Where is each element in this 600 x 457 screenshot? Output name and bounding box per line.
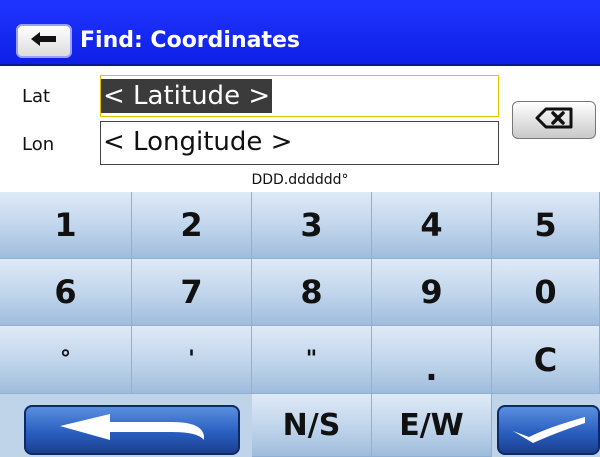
key-north-south[interactable]: N/S [252, 394, 372, 457]
key-4[interactable]: 4 [372, 192, 492, 259]
key-6[interactable]: 6 [0, 259, 132, 326]
longitude-field[interactable]: < Longitude > [100, 121, 499, 165]
key-1[interactable]: 1 [0, 192, 132, 259]
key-second[interactable]: " [252, 326, 372, 394]
key-label: 2 [180, 206, 203, 244]
key-label: N/S [282, 407, 341, 443]
key-east-west[interactable]: E/W [372, 394, 492, 457]
key-label: ' [188, 347, 195, 372]
key-label: . [425, 349, 438, 388]
key-2[interactable]: 2 [132, 192, 252, 259]
key-label: 7 [180, 273, 203, 311]
lat-label: Lat [22, 86, 51, 107]
key-label: 6 [54, 273, 77, 311]
key-label: 8 [300, 273, 323, 311]
longitude-value: < Longitude > [103, 127, 293, 157]
format-hint: DDD.dddddd° [251, 172, 349, 188]
find-coordinates-screen: Find: Coordinates Lat < Latitude > Lon <… [0, 0, 600, 457]
checkmark-icon [509, 413, 589, 447]
back-button[interactable] [16, 24, 72, 58]
key-0[interactable]: 0 [492, 259, 600, 326]
keypad: 1 2 3 4 5 6 7 8 9 0 ° ' " . C N/S E/W [0, 192, 600, 457]
back-arrow-icon [29, 31, 59, 51]
backspace-icon [534, 107, 574, 133]
latitude-value: < Latitude > [101, 79, 273, 113]
key-9[interactable]: 9 [372, 259, 492, 326]
key-5[interactable]: 5 [492, 192, 600, 259]
key-label: 4 [420, 206, 443, 244]
key-label: 5 [534, 206, 557, 244]
key-degree[interactable]: ° [0, 326, 132, 394]
key-minute[interactable]: ' [132, 326, 252, 394]
page-title: Find: Coordinates [80, 28, 300, 53]
key-label: 3 [300, 206, 323, 244]
key-3[interactable]: 3 [252, 192, 372, 259]
key-label: 9 [420, 273, 443, 311]
title-bar: Find: Coordinates [0, 0, 600, 66]
return-button[interactable] [24, 405, 240, 455]
key-label: 1 [54, 206, 77, 244]
key-decimal[interactable]: . [372, 326, 492, 394]
confirm-button[interactable] [497, 405, 600, 455]
key-label: " [305, 347, 318, 372]
latitude-field[interactable]: < Latitude > [100, 75, 499, 117]
key-8[interactable]: 8 [252, 259, 372, 326]
key-clear[interactable]: C [492, 326, 600, 394]
key-label: ° [60, 347, 71, 372]
backspace-button[interactable] [512, 101, 596, 139]
return-arrow-icon [52, 412, 212, 448]
key-label: C [533, 340, 558, 379]
key-label: E/W [399, 407, 464, 443]
lon-label: Lon [22, 134, 55, 155]
key-7[interactable]: 7 [132, 259, 252, 326]
key-label: 0 [534, 273, 557, 311]
